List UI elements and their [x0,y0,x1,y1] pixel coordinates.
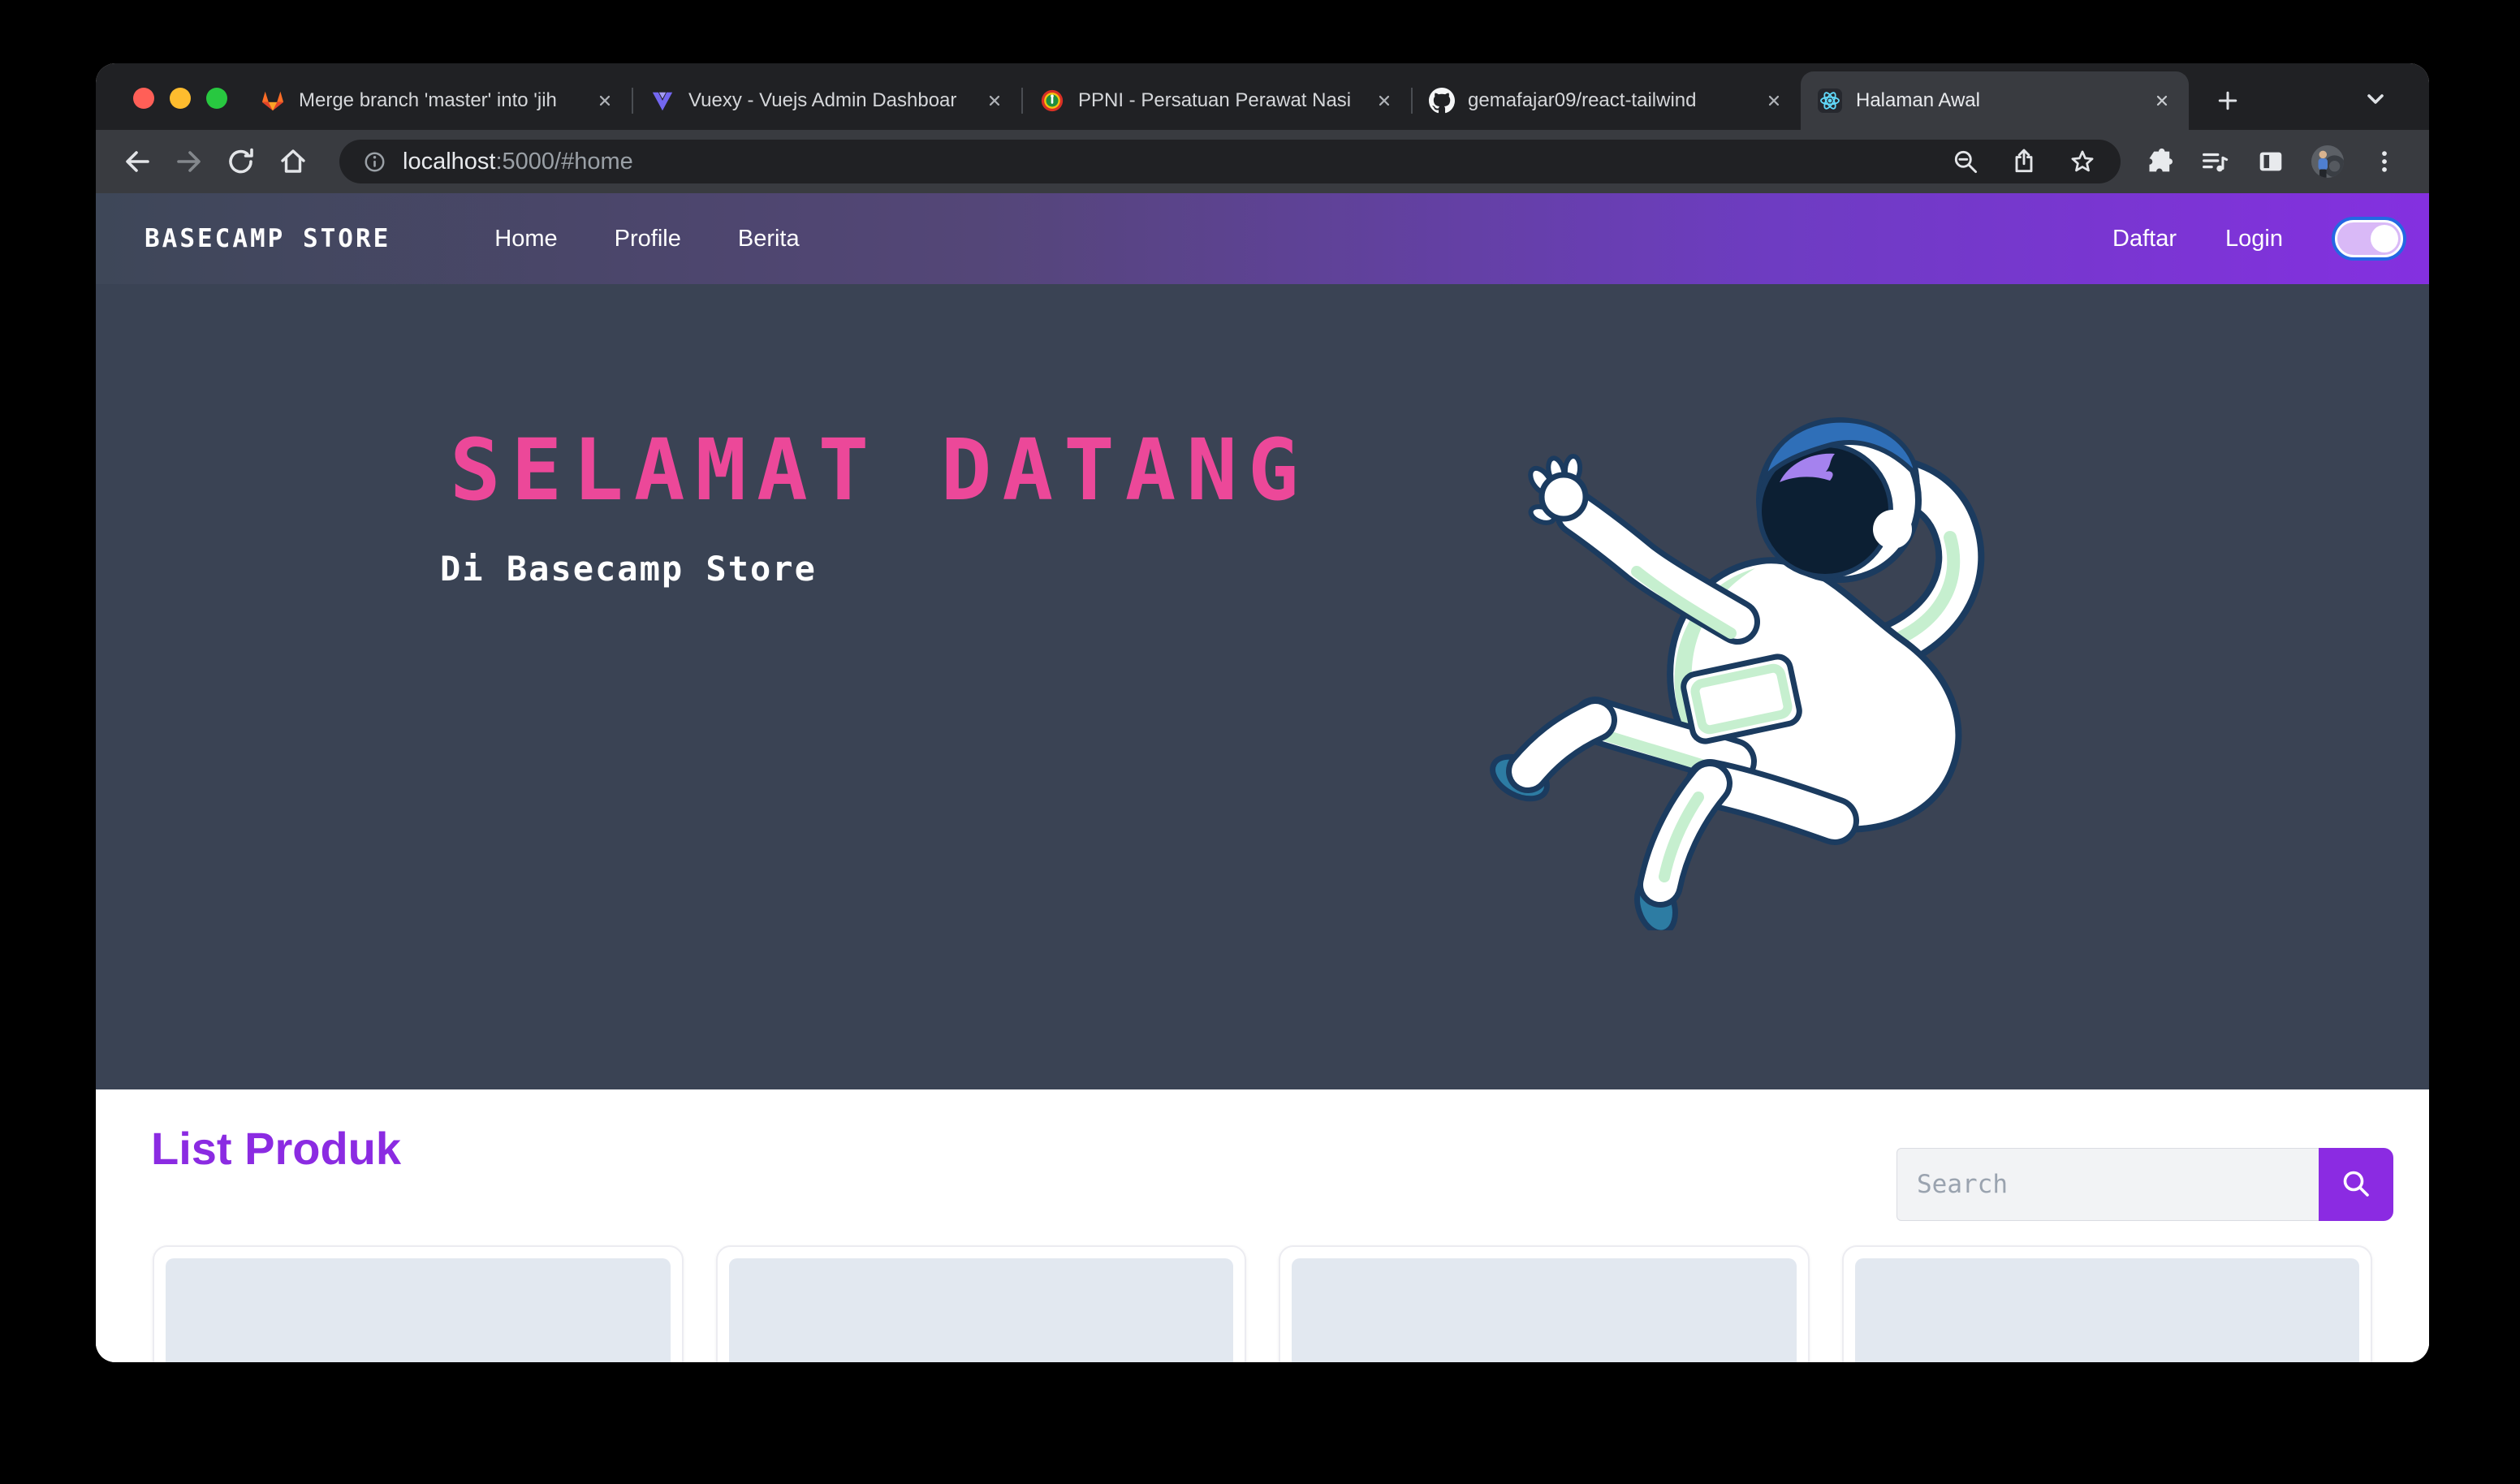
hero-subtitle: Di Basecamp Store [440,549,817,589]
share-icon[interactable] [2007,145,2041,179]
close-window-button[interactable] [133,88,154,109]
web-page: BASECAMP STORE Home Profile Berita Dafta… [96,193,2429,1362]
ppni-icon [1039,88,1065,114]
toggle-knob [2371,225,2398,252]
tab-title: PPNI - Persatuan Perawat Nasi [1078,89,1361,112]
product-image-placeholder [1292,1258,1797,1362]
hero-title: SELAMAT DATANG [450,421,1310,520]
browser-toolbar: localhost:5000/#home [96,130,2429,193]
astronaut-illustration [1469,378,1989,930]
toolbar-right-icons [2140,145,2401,179]
product-image-placeholder [729,1258,1234,1362]
nav-actions: Daftar Login [2112,220,2403,257]
info-icon[interactable] [360,148,388,175]
tab-title: gemafajar09/react-tailwind [1468,89,1750,112]
search-icon [2338,1166,2374,1204]
github-icon [1429,88,1455,114]
url-text[interactable]: localhost:5000/#home [403,149,633,175]
tab-title: Vuexy - Vuejs Admin Dashboar [688,89,971,112]
nav-link-login[interactable]: Login [2225,226,2283,252]
hero-section: SELAMAT DATANG Di Basecamp Store [96,284,2429,1089]
reload-icon[interactable] [224,145,258,179]
media-controls-icon[interactable] [2197,145,2231,179]
window-controls [133,88,227,109]
react-icon [1817,88,1843,114]
address-bar-actions [1948,145,2099,179]
nav-link-home[interactable]: Home [494,226,557,252]
tabs: Merge branch 'master' into 'jih Vuexy - … [244,71,2189,130]
tab-close-icon[interactable] [594,92,615,110]
tab-close-icon[interactable] [1374,92,1395,110]
products-heading: List Produk [151,1122,401,1175]
product-card[interactable] [716,1245,1247,1362]
product-image-placeholder [1855,1258,2360,1362]
product-image-placeholder [166,1258,671,1362]
products-section: List Produk [96,1089,2429,1362]
tab-gitlab-merge[interactable]: Merge branch 'master' into 'jih [244,71,632,130]
forward-arrow-icon[interactable] [172,145,206,179]
tab-title: Halaman Awal [1856,89,2138,112]
gitlab-icon [260,88,286,114]
tab-halaman-awal-active[interactable]: Halaman Awal [1801,71,2189,130]
product-card-list [153,1245,2372,1362]
dark-mode-toggle[interactable] [2335,220,2403,257]
nav-link-daftar[interactable]: Daftar [2112,226,2177,252]
tab-search-chevron-icon[interactable] [2359,83,2392,115]
tab-ppni[interactable]: PPNI - Persatuan Perawat Nasi [1023,71,1411,130]
search-button[interactable] [2319,1148,2393,1221]
product-card[interactable] [153,1245,684,1362]
nav-link-berita[interactable]: Berita [738,226,800,252]
tab-close-icon[interactable] [2151,92,2173,110]
address-bar[interactable]: localhost:5000/#home [339,140,2121,183]
vuexy-icon [649,88,675,114]
tab-title: Merge branch 'master' into 'jih [299,89,581,112]
browser-window: Merge branch 'master' into 'jih Vuexy - … [96,63,2429,1362]
nav-link-profile[interactable]: Profile [615,226,681,252]
tab-vuexy[interactable]: Vuexy - Vuejs Admin Dashboar [633,71,1021,130]
tab-strip: Merge branch 'master' into 'jih Vuexy - … [96,63,2429,130]
extensions-puzzle-icon[interactable] [2140,145,2174,179]
new-tab-button[interactable] [2205,78,2250,123]
menu-dots-icon[interactable] [2367,145,2401,179]
home-icon[interactable] [276,145,310,179]
url-host: localhost [403,149,495,175]
search-input[interactable] [1896,1148,2319,1221]
zoom-out-icon[interactable] [1948,145,1983,179]
minimize-window-button[interactable] [170,88,191,109]
product-search [1896,1148,2393,1221]
product-card[interactable] [1842,1245,2373,1362]
brand-logo[interactable]: BASECAMP STORE [145,224,391,253]
profile-avatar[interactable] [2311,145,2345,179]
url-rest: :5000/#home [495,149,632,175]
site-navbar: BASECAMP STORE Home Profile Berita Dafta… [96,193,2429,284]
zoom-window-button[interactable] [206,88,227,109]
tab-close-icon[interactable] [1763,92,1784,110]
side-panel-icon[interactable] [2254,145,2288,179]
tab-close-icon[interactable] [984,92,1005,110]
nav-links: Home Profile Berita [494,226,799,252]
back-arrow-icon[interactable] [120,145,154,179]
tab-github-react-tailwind[interactable]: gemafajar09/react-tailwind [1413,71,1801,130]
product-card[interactable] [1279,1245,1810,1362]
bookmark-star-icon[interactable] [2065,145,2099,179]
